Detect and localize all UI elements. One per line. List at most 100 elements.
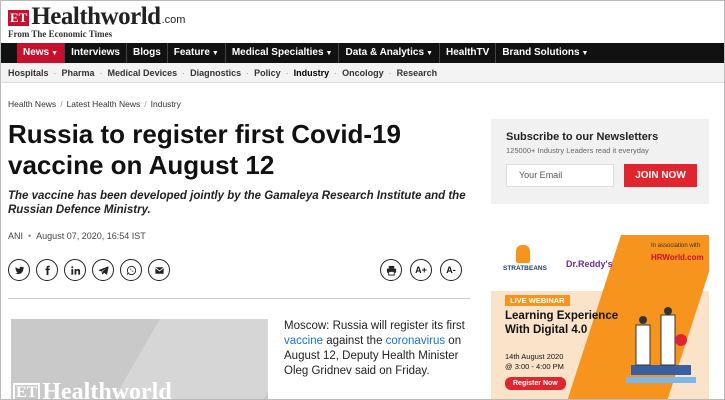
nav-item-news[interactable]: News ▼ [17,43,66,63]
nav-item-medical-specialties[interactable]: Medical Specialties ▼ [226,43,340,63]
share-linkedin-button[interactable] [64,259,86,281]
ad-sponsor-name: STRATBEANS [503,265,547,272]
link-coronavirus[interactable]: coronavirus [386,335,445,347]
subnav-separator: · [99,67,103,78]
article-image: ET Healthworld [11,319,268,400]
nav-item-label: Interviews [71,47,120,58]
ad-live-badge: LIVE WEBINAR [505,295,570,306]
breadcrumb-separator: / [144,99,147,109]
ad-date-line: 14th August 2020 [505,352,564,361]
meta-separator: • [28,231,32,241]
logo-name: Healthworld [31,3,161,30]
newsletter-title: Subscribe to our Newsletters [506,131,659,143]
subnav-item-medical-devices[interactable]: Medical Devices [108,68,178,78]
nav-item-label: News [23,47,50,58]
site-logo[interactable]: ET Healthworld .com [8,4,185,30]
breadcrumb-item-latest-health-news[interactable]: Latest Health News [67,99,141,109]
twitter-icon [14,266,24,274]
ad-headline: Learning Experience With Digital 4.0 [505,310,619,336]
ad-time-line: @ 3:00 - 4:00 PM [505,362,564,371]
body-text-segment: Moscow: Russia will register its first [284,320,465,332]
nav-item-interviews[interactable]: Interviews [65,43,127,63]
nav-item-label: Brand Solutions [502,47,580,58]
subnav-item-hospitals[interactable]: Hospitals [8,68,49,78]
email-icon [154,266,164,274]
share-bar [8,259,176,281]
webinar-ad[interactable]: STRATBEANS Dr.Reddy's In association wit… [491,235,709,399]
subnav-separator: · [334,67,338,78]
nav-item-label: Feature [173,47,210,58]
chevron-down-icon: ▼ [325,50,333,57]
site-header: ET Healthworld .com From The Economic Ti… [1,1,724,43]
nav-item-label: Data & Analytics [345,47,425,58]
subnav-item-industry[interactable]: Industry [294,68,330,78]
share-whatsapp-button[interactable] [120,259,142,281]
breadcrumb-item-health-news[interactable]: Health News [8,99,56,109]
image-logo-et: ET [13,383,41,399]
newsletter-subtitle: 125000+ Industry Leaders read it everyda… [506,146,649,155]
image-watermark-logo: ET Healthworld [13,379,172,400]
ad-illustration-icon [626,307,696,383]
article-summary: The vaccine has been developed jointly b… [8,190,466,216]
share-telegram-button[interactable] [92,259,114,281]
subnav-item-diagnostics[interactable]: Diagnostics [190,68,241,78]
newsletter-box: Subscribe to our Newsletters 125000+ Ind… [491,119,709,204]
ad-register-button[interactable]: Register Now [505,377,566,390]
print-icon [386,265,396,276]
article-tools: A+ A- [372,259,462,281]
link-vaccine[interactable]: vaccine [284,335,323,347]
font-decrease-button[interactable]: A- [440,259,462,281]
article-date: August 07, 2020, 16:54 IST [36,231,146,241]
subnav-item-research[interactable]: Research [397,68,438,78]
breadcrumb-item-industry[interactable]: Industry [151,99,181,109]
logo-domain: .com [161,14,186,26]
subnav-item-policy[interactable]: Policy [254,68,281,78]
subnav-separator: · [246,67,250,78]
subnav-item-oncology[interactable]: Oncology [342,68,384,78]
sub-nav: Hospitals · Pharma · Medical Devices · D… [1,63,724,83]
nav-item-label: HealthTV [445,47,490,58]
subnav-separator: · [182,67,186,78]
print-button[interactable] [380,259,402,281]
newsletter-join-button[interactable]: JOIN NOW [624,164,697,187]
subnav-item-pharma[interactable]: Pharma [62,68,95,78]
chevron-down-icon: ▼ [426,50,433,57]
ad-date: 14th August 2020 @ 3:00 - 4:00 PM [505,352,605,372]
facebook-icon [44,265,50,275]
linkedin-icon [70,265,80,275]
share-email-button[interactable] [148,259,170,281]
ad-assoc-text: In association with [651,243,701,249]
body-text-segment: against the [323,335,386,347]
article-meta: ANI • August 07, 2020, 16:54 IST [8,231,146,241]
stratbeans-logo-icon [516,245,530,263]
ad-sponsor-stratbeans: STRATBEANS [503,245,547,272]
subnav-separator: · [388,67,392,78]
subnav-separator: · [285,67,289,78]
share-facebook-button[interactable] [36,259,58,281]
article-author[interactable]: ANI [8,231,23,241]
ad-sponsor-dr-reddys: Dr.Reddy's [566,259,613,269]
nav-item-data-analytics[interactable]: Data & Analytics ▼ [339,43,440,63]
subnav-separator: · [53,67,57,78]
image-logo-name: Healthworld [42,379,172,400]
ad-assoc-brand: HRWorld.com [651,253,704,262]
logo-tagline: From The Economic Times [8,29,113,39]
newsletter-email-input[interactable]: Your Email [506,164,614,187]
page-frame: ET Healthworld .com From The Economic Ti… [0,0,725,400]
chevron-down-icon: ▼ [51,50,59,57]
telegram-icon [98,266,109,275]
nav-item-brand-solutions[interactable]: Brand Solutions ▼ [496,43,594,63]
font-increase-button[interactable]: A+ [410,259,432,281]
nav-item-label: Medical Specialties [231,47,324,58]
breadcrumb-separator: / [60,99,63,109]
nav-item-label: Blogs [132,47,161,58]
nav-item-feature[interactable]: Feature ▼ [168,43,226,63]
breadcrumb: Health News / Latest Health News / Industry [8,99,181,109]
chevron-down-icon: ▼ [211,50,219,57]
nav-item-healthtv[interactable]: HealthTV [440,43,497,63]
logo-et-mark: ET [8,10,30,26]
divider [8,298,470,299]
share-twitter-button[interactable] [8,259,30,281]
article-body: Moscow: Russia will register its first v… [284,319,469,379]
nav-item-blogs[interactable]: Blogs [127,43,168,63]
